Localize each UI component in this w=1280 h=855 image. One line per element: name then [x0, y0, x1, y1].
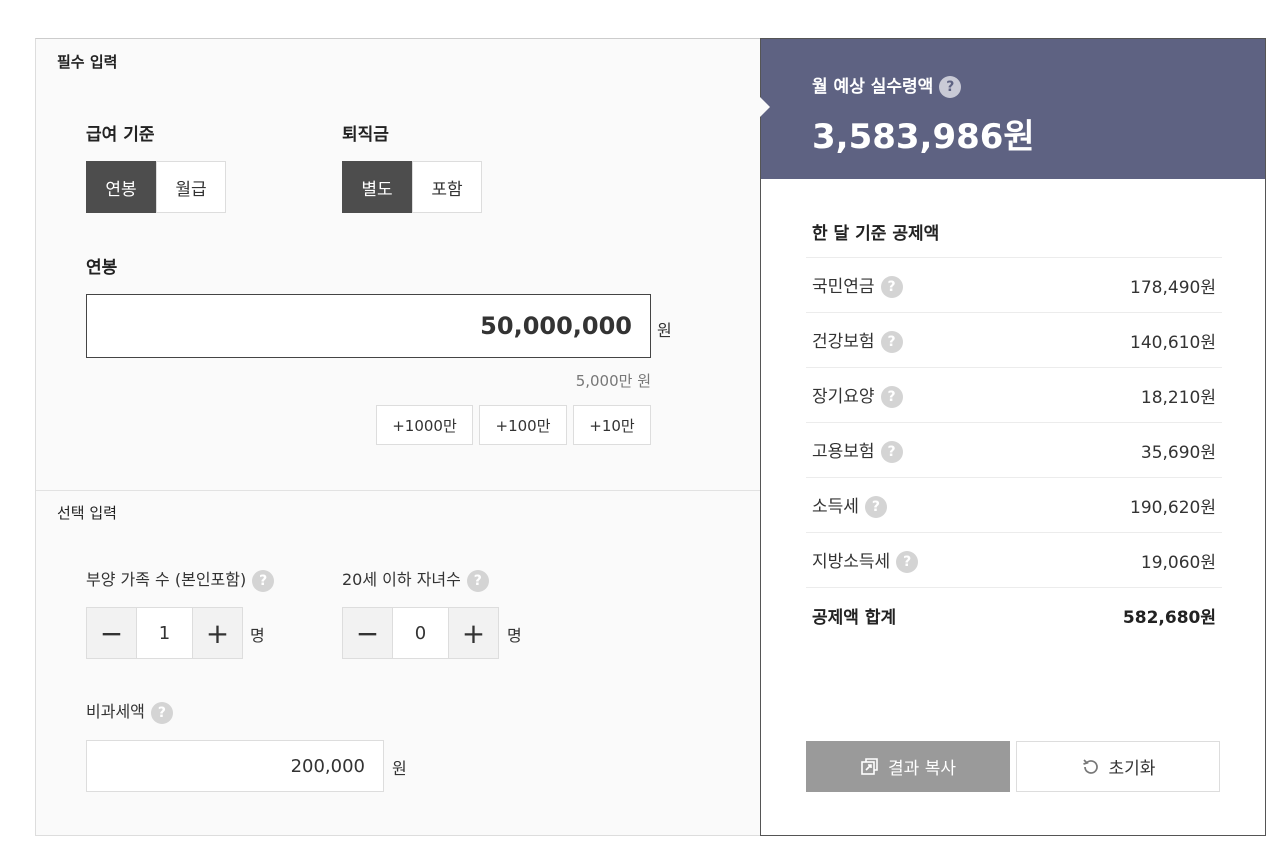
- dependents-stepper: − 1 +: [86, 607, 243, 659]
- question-circle-icon[interactable]: ?: [252, 569, 275, 592]
- increment-1m-button[interactable]: +100만: [479, 405, 567, 445]
- result-hero: 월 예상 실수령액? 3,583,986원: [760, 39, 1265, 179]
- deduction-amount: 190,620원: [1130, 497, 1216, 518]
- question-circle-icon[interactable]: ?: [896, 551, 919, 573]
- net-pay-amount: 3,583,986원: [812, 117, 1035, 157]
- question-circle-icon[interactable]: ?: [880, 441, 903, 463]
- children-stepper: − 0 +: [342, 607, 499, 659]
- deduction-amount: 178,490원: [1130, 277, 1216, 298]
- dependents-plus-button[interactable]: +: [192, 607, 243, 659]
- deductions-title: 한 달 기준 공제액: [812, 224, 940, 244]
- dependents-label-text: 부양 가족 수 (본인포함): [86, 570, 247, 589]
- deduction-name: 장기요양?: [812, 382, 903, 408]
- deduction-name: 국민연금?: [812, 272, 903, 298]
- deduction-name-text: 지방소득세: [812, 552, 891, 572]
- net-pay-label: 월 예상 실수령액?: [812, 72, 962, 98]
- section-divider: [36, 490, 762, 491]
- question-circle-icon[interactable]: ?: [466, 569, 489, 592]
- question-circle-icon[interactable]: ?: [880, 276, 903, 298]
- deduction-name: 고용보험?: [812, 437, 903, 463]
- question-circle-icon[interactable]: ?: [880, 331, 903, 353]
- severance-separate-option[interactable]: 별도: [342, 161, 412, 213]
- severance-toggle: 별도 포함: [342, 161, 482, 213]
- pay-basis-annual-option[interactable]: 연봉: [86, 161, 156, 213]
- question-circle-icon[interactable]: ?: [880, 386, 903, 408]
- deduction-name: 건강보험?: [812, 327, 903, 353]
- dependents-minus-button[interactable]: −: [86, 607, 137, 659]
- deduction-name: 지방소득세?: [812, 547, 919, 573]
- nontaxable-label: 비과세액?: [86, 698, 173, 724]
- optional-section-title: 선택 입력: [57, 504, 117, 522]
- pay-basis-monthly-option[interactable]: 월급: [156, 161, 226, 213]
- salary-label: 연봉: [86, 258, 118, 278]
- deduction-row-longterm-care: 장기요양? 18,210원: [806, 367, 1222, 422]
- children-unit: 명: [507, 626, 522, 645]
- question-circle-icon[interactable]: ?: [939, 76, 962, 98]
- copy-icon: [861, 757, 878, 775]
- deduction-row-employment: 고용보험? 35,690원: [806, 422, 1222, 477]
- reset-button[interactable]: 초기화: [1016, 741, 1220, 792]
- deduction-total-amount: 582,680원: [1122, 607, 1216, 628]
- deduction-row-health: 건강보험? 140,610원: [806, 312, 1222, 367]
- nontaxable-input[interactable]: 200,000: [86, 740, 384, 792]
- increment-100k-button[interactable]: +10만: [573, 405, 651, 445]
- deduction-amount: 19,060원: [1140, 552, 1216, 573]
- net-pay-label-text: 월 예상 실수령액: [812, 77, 934, 97]
- deduction-row-income-tax: 소득세? 190,620원: [806, 477, 1222, 532]
- dependents-value[interactable]: 1: [137, 607, 192, 659]
- deduction-amount: 18,210원: [1140, 387, 1216, 408]
- required-section-title: 필수 입력: [57, 53, 118, 71]
- deduction-name-text: 장기요양: [812, 387, 875, 407]
- deduction-row-local-tax: 지방소득세? 19,060원: [806, 532, 1222, 587]
- severance-included-option[interactable]: 포함: [412, 161, 482, 213]
- deductions-list: 국민연금? 178,490원 건강보험? 140,610원 장기요양? 18,2…: [806, 257, 1222, 642]
- dependents-unit: 명: [250, 626, 265, 645]
- refresh-icon: [1082, 758, 1098, 774]
- question-circle-icon[interactable]: ?: [150, 701, 173, 724]
- deduction-name-text: 건강보험: [812, 332, 875, 352]
- nontaxable-label-text: 비과세액: [86, 702, 145, 721]
- children-minus-button[interactable]: −: [342, 607, 393, 659]
- deduction-amount: 35,690원: [1140, 442, 1216, 463]
- copy-result-label: 결과 복사: [888, 759, 956, 779]
- children-label-text: 20세 이하 자녀수: [342, 570, 461, 589]
- salary-calculator: 필수 입력 급여 기준 연봉 월급 퇴직금 별도 포함 연봉 50,000,00…: [35, 38, 1266, 836]
- nontaxable-unit: 원: [392, 759, 407, 778]
- salary-unit: 원: [657, 321, 672, 340]
- salary-input[interactable]: 50,000,000: [86, 294, 651, 358]
- deduction-name-text: 국민연금: [812, 277, 875, 297]
- dependents-label: 부양 가족 수 (본인포함)?: [86, 566, 275, 592]
- deduction-name-text: 고용보험: [812, 442, 875, 462]
- children-label: 20세 이하 자녀수?: [342, 566, 489, 592]
- deduction-row-pension: 국민연금? 178,490원: [806, 257, 1222, 312]
- question-circle-icon[interactable]: ?: [864, 496, 887, 518]
- salary-hint: 5,000만 원: [575, 372, 651, 390]
- deduction-name-text: 소득세: [812, 497, 859, 517]
- children-plus-button[interactable]: +: [448, 607, 499, 659]
- pay-basis-label: 급여 기준: [86, 125, 155, 145]
- children-value[interactable]: 0: [393, 607, 448, 659]
- deduction-total-name: 공제액 합계: [812, 607, 897, 628]
- pay-basis-toggle: 연봉 월급: [86, 161, 226, 213]
- input-panel: 필수 입력 급여 기준 연봉 월급 퇴직금 별도 포함 연봉 50,000,00…: [35, 38, 762, 836]
- deduction-total-row: 공제액 합계 582,680원: [806, 587, 1222, 642]
- severance-label: 퇴직금: [342, 125, 389, 145]
- copy-result-button[interactable]: 결과 복사: [806, 741, 1010, 792]
- reset-label: 초기화: [1108, 759, 1156, 779]
- deduction-name: 소득세?: [812, 492, 887, 518]
- result-panel: 월 예상 실수령액? 3,583,986원 한 달 기준 공제액 국민연금? 1…: [760, 38, 1266, 836]
- increment-10m-button[interactable]: +1000만: [376, 405, 473, 445]
- deduction-amount: 140,610원: [1130, 332, 1216, 353]
- pointer-arrow: [760, 97, 770, 117]
